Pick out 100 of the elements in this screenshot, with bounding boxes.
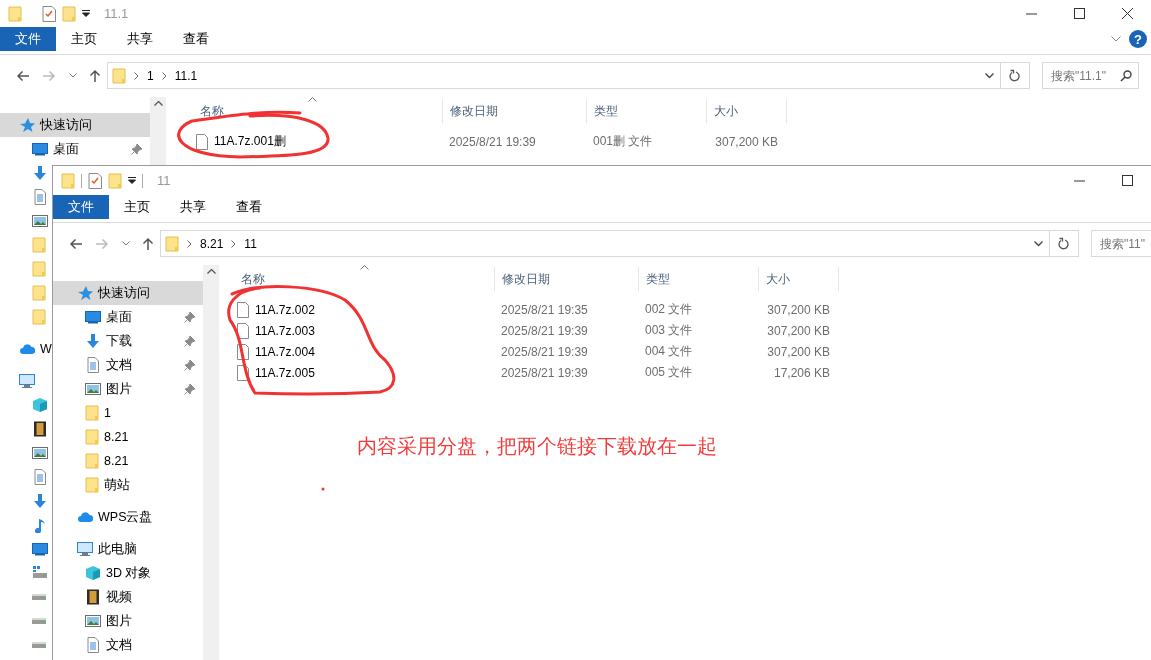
refresh-icon[interactable]: [1058, 237, 1070, 250]
date-cell-text: 2025/8/21 19:39: [500, 344, 589, 359]
folder-icon: [85, 429, 99, 445]
type-cell-text: 001删 文件: [592, 133, 654, 150]
ribbon-tab[interactable]: 共享: [112, 27, 168, 51]
help-button[interactable]: ?: [1129, 30, 1147, 48]
size-cell-text: 307,200 KB: [766, 302, 831, 317]
sidebar-item[interactable]: 文档: [53, 353, 203, 377]
sidebar-item[interactable]: 1: [53, 401, 111, 425]
drive-icon: [32, 642, 46, 648]
dropdown-icon[interactable]: [82, 10, 90, 17]
column-header[interactable]: 名称: [186, 99, 442, 123]
refresh-button[interactable]: [1001, 62, 1030, 89]
sidebar-item[interactable]: WPS云盘: [53, 505, 153, 529]
chevron-icon[interactable]: [187, 239, 192, 248]
search-field[interactable]: 搜索"11": [1091, 230, 1151, 257]
ribbon-tab[interactable]: 主页: [109, 195, 165, 219]
sidebar-item[interactable]: 图片: [53, 609, 132, 633]
drive-icon: [32, 565, 48, 581]
document-icon: [32, 189, 48, 205]
sidebar-item[interactable]: 桌面: [0, 137, 150, 161]
sidebar-item[interactable]: 图片: [53, 377, 203, 401]
column-header[interactable]: 修改日期: [442, 99, 586, 123]
search-icon[interactable]: [1120, 70, 1132, 82]
refresh-icon[interactable]: [1009, 69, 1021, 82]
sidebar-item[interactable]: W: [0, 337, 52, 361]
pin-icon[interactable]: [184, 359, 196, 371]
path-segment[interactable]: 8.21: [200, 236, 224, 251]
forward-arrow-icon[interactable]: [95, 237, 110, 250]
scroll-up-icon[interactable]: [153, 101, 163, 106]
column-header[interactable]: 类型: [638, 267, 758, 291]
ribbon-tab[interactable]: 主页: [56, 27, 112, 51]
file-name[interactable]: 11A.7z.001删: [214, 133, 286, 150]
sidebar-item[interactable]: 快速访问: [0, 113, 150, 137]
back-arrow-icon[interactable]: [16, 69, 31, 82]
star-icon: [19, 117, 35, 133]
file-icon: [196, 133, 208, 150]
pin-icon[interactable]: [184, 335, 196, 347]
up-arrow-icon[interactable]: [141, 236, 154, 251]
chevron-icon[interactable]: [161, 71, 167, 80]
sidebar-item[interactable]: 8.21: [53, 425, 129, 449]
path-segment[interactable]: 11: [244, 236, 257, 251]
ribbon-tab[interactable]: 文件: [0, 27, 56, 51]
minimize-icon[interactable]: [1073, 179, 1085, 182]
ribbon-tab[interactable]: 查看: [221, 195, 277, 219]
chevron-down-icon[interactable]: [68, 73, 77, 78]
maximize-icon[interactable]: [1073, 8, 1085, 19]
search-field[interactable]: 搜索"11.1": [1042, 62, 1139, 89]
close-icon[interactable]: [1121, 8, 1133, 19]
scroll-up-icon[interactable]: [206, 269, 216, 274]
chevron-icon[interactable]: [231, 239, 237, 248]
chevron-down-icon[interactable]: [121, 241, 130, 246]
address-bar[interactable]: 8.21 11: [160, 230, 1050, 257]
ribbon-tab[interactable]: 共享: [165, 195, 221, 219]
film-icon: [85, 589, 101, 605]
chevron-down-icon[interactable]: [1033, 240, 1043, 247]
file-icon: [237, 301, 249, 318]
path-segment[interactable]: 1: [147, 68, 154, 83]
sidebar-item[interactable]: 此电脑: [53, 537, 137, 561]
sidebar-item[interactable]: 下载: [53, 329, 203, 353]
pin-icon[interactable]: [131, 143, 143, 155]
star-icon: [77, 285, 93, 301]
sidebar-item[interactable]: 萌站: [53, 473, 130, 497]
column-header[interactable]: 修改日期: [494, 267, 638, 291]
file-name[interactable]: 11A.7z.003: [255, 323, 315, 338]
sidebar-item[interactable]: 8.21: [53, 449, 129, 473]
sidebar-item[interactable]: 文档: [53, 633, 132, 657]
download-arrow-icon: [32, 165, 48, 181]
pin-icon[interactable]: [184, 383, 196, 395]
address-bar[interactable]: 1 11.1: [107, 62, 1001, 89]
checklist-icon[interactable]: [88, 172, 102, 189]
folder-icon: [85, 453, 99, 469]
column-header[interactable]: 名称: [227, 267, 494, 291]
type-cell-text: 005 文件: [644, 364, 694, 381]
column-header[interactable]: 类型: [586, 99, 706, 123]
up-arrow-icon[interactable]: [88, 68, 101, 83]
dropdown-icon[interactable]: [128, 177, 136, 184]
pin-icon[interactable]: [184, 311, 196, 323]
file-name[interactable]: 11A.7z.002: [255, 302, 315, 317]
maximize-icon[interactable]: [1121, 175, 1133, 186]
sidebar-item[interactable]: 视频: [53, 585, 132, 609]
path-segment[interactable]: 11.1: [174, 68, 198, 83]
chevron-icon[interactable]: [134, 71, 139, 80]
date-cell-text: 2025/8/21 19:35: [500, 302, 589, 317]
type-cell-text: 002 文件: [644, 301, 694, 318]
back-arrow-icon[interactable]: [69, 237, 84, 250]
picture-icon: [32, 445, 48, 461]
date-cell-text: 2025/8/21 19:39: [448, 134, 537, 149]
file-name[interactable]: 11A.7z.004: [255, 344, 315, 359]
sidebar-item[interactable]: 3D 对象: [53, 561, 152, 585]
sidebar-item[interactable]: 桌面: [53, 305, 203, 329]
chevron-down-icon[interactable]: [984, 72, 994, 79]
refresh-button[interactable]: [1050, 230, 1079, 257]
file-name[interactable]: 11A.7z.005: [255, 365, 315, 380]
ribbon-tab[interactable]: 查看: [168, 27, 224, 51]
minimize-icon[interactable]: [1025, 12, 1037, 15]
checklist-icon[interactable]: [42, 5, 56, 22]
sidebar-item[interactable]: 快速访问: [53, 281, 203, 305]
ribbon-tab[interactable]: 文件: [53, 195, 109, 219]
forward-arrow-icon[interactable]: [42, 69, 57, 82]
